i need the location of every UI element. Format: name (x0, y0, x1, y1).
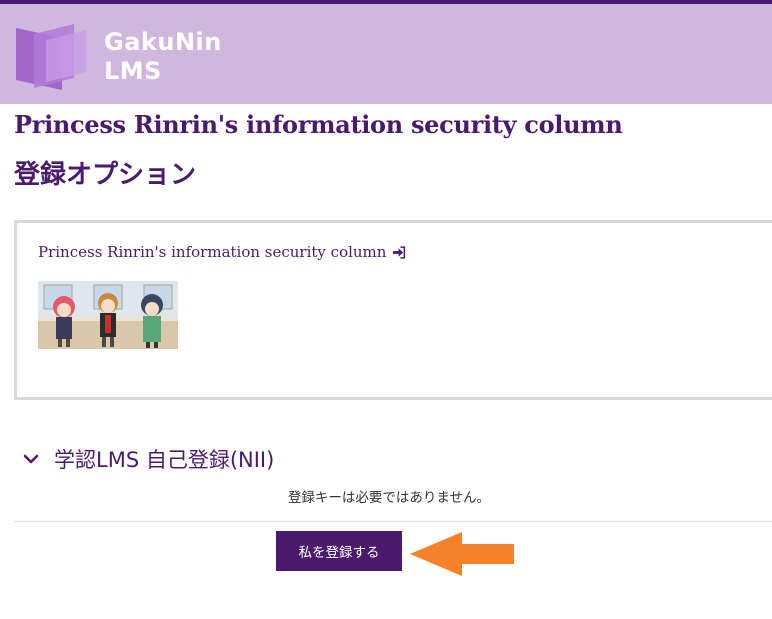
site-name: GakuNin LMS (104, 28, 222, 86)
site-header: GakuNin LMS (0, 4, 772, 104)
logo-icon (16, 24, 86, 90)
course-title: Princess Rinrin's information security c… (14, 110, 623, 139)
chevron-down-icon (23, 454, 39, 464)
course-link[interactable]: Princess Rinrin's information security c… (38, 243, 407, 261)
enrolment-section-title: 学認LMS 自己登録(NII) (54, 448, 275, 472)
site-name-line1: GakuNin (104, 28, 222, 56)
arrow-pointer-icon (410, 532, 514, 576)
enrol-me-button[interactable]: 私を登録する (276, 531, 402, 571)
page-heading: 登録オプション (14, 160, 197, 190)
site-name-line2: LMS (104, 57, 162, 85)
course-card: Princess Rinrin's information security c… (14, 220, 772, 400)
site-logo-link[interactable] (12, 20, 92, 92)
no-key-message: 登録キーは必要ではありません。 (287, 490, 491, 506)
course-link-label: Princess Rinrin's information security c… (38, 243, 387, 261)
divider (14, 521, 772, 522)
course-image (38, 281, 178, 349)
enrolment-section-toggle[interactable]: 学認LMS 自己登録(NII) (22, 444, 274, 474)
sign-in-icon (393, 245, 406, 259)
